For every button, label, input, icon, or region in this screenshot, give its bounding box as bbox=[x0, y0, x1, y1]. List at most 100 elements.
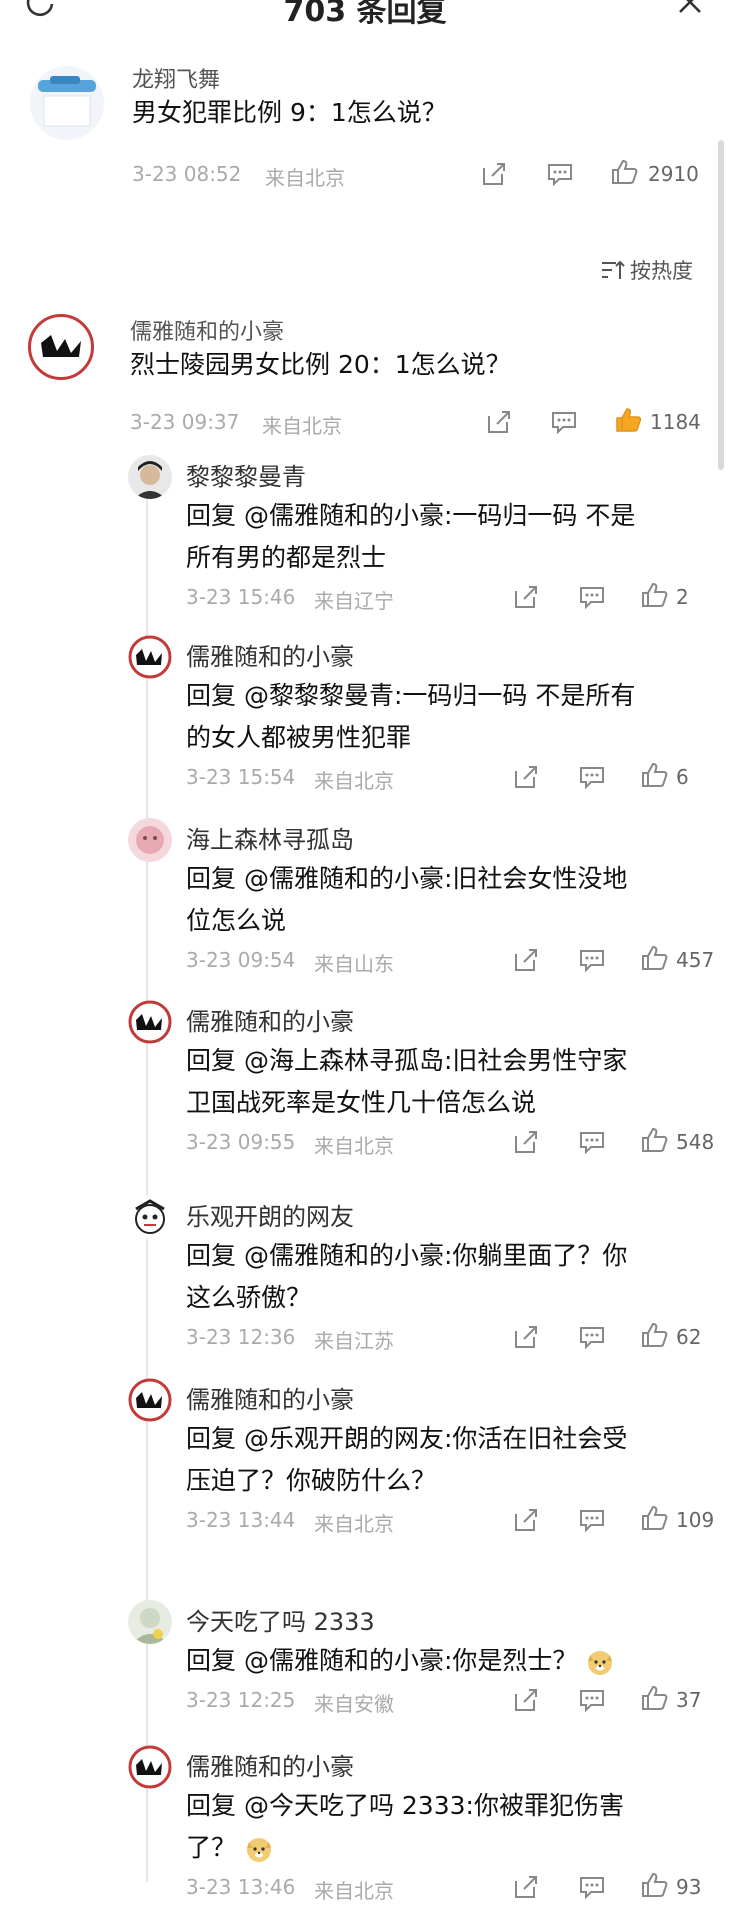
avatar[interactable] bbox=[30, 66, 104, 140]
comment-icon[interactable] bbox=[546, 160, 574, 188]
comment-icon[interactable] bbox=[578, 1323, 606, 1351]
comment-icon[interactable] bbox=[550, 408, 578, 436]
like-icon[interactable] bbox=[640, 1321, 668, 1349]
location: 来自北京 bbox=[314, 1512, 394, 1536]
avatar[interactable] bbox=[128, 1195, 172, 1239]
reply-item: 儒雅随和的小豪 回复 @海上森林寻孤岛:旧社会男性守家 卫国战死率是女性几十倍怎… bbox=[0, 1000, 730, 1170]
reply-text: 位怎么说 bbox=[186, 906, 287, 935]
reply-text: 压迫了？你破防什么？ bbox=[186, 1466, 437, 1495]
like-icon[interactable] bbox=[640, 1871, 668, 1899]
comment-icon[interactable] bbox=[578, 583, 606, 611]
like-icon[interactable] bbox=[640, 581, 668, 609]
timestamp: 3-23 12:36 bbox=[186, 1325, 296, 1349]
reply-text: 回复 @乐观开朗的网友:你活在旧社会受 bbox=[186, 1424, 628, 1453]
reply-text-line1: 回复 @儒雅随和的小豪:旧社会女性没地 bbox=[186, 858, 627, 900]
username[interactable]: 儒雅随和的小豪 bbox=[130, 314, 284, 346]
reply-item: 黎黎黎曼青 回复 @儒雅随和的小豪:一码归一码 不是 所有男的都是烈士 3-23… bbox=[0, 455, 730, 625]
username[interactable]: 乐观开朗的网友 bbox=[186, 1197, 354, 1232]
avatar[interactable] bbox=[128, 455, 172, 499]
like-icon[interactable] bbox=[640, 1684, 668, 1712]
like-icon[interactable] bbox=[640, 944, 668, 972]
top-reply: 儒雅随和的小豪 烈士陵园男女比例 20：1怎么说？ 3-23 09:37 来自北… bbox=[0, 310, 730, 445]
reply-text-line2: 这么骄傲？ bbox=[186, 1277, 311, 1319]
timestamp: 3-23 13:44 bbox=[186, 1508, 296, 1532]
avatar[interactable] bbox=[128, 635, 172, 679]
timestamp: 3-23 09:37 bbox=[130, 410, 240, 434]
reply-text: 回复 @儒雅随和的小豪:你是烈士？ bbox=[186, 1646, 578, 1675]
username[interactable]: 儒雅随和的小豪 bbox=[186, 637, 354, 672]
timestamp: 3-23 13:46 bbox=[186, 1875, 296, 1899]
share-icon[interactable] bbox=[512, 1873, 540, 1901]
like-icon[interactable] bbox=[640, 761, 668, 789]
like-count: 457 bbox=[676, 948, 715, 972]
avatar[interactable] bbox=[128, 818, 172, 862]
reply-text: 了？ bbox=[186, 1833, 237, 1862]
comment-icon[interactable] bbox=[578, 1686, 606, 1714]
share-icon[interactable] bbox=[485, 408, 513, 436]
username[interactable]: 儒雅随和的小豪 bbox=[186, 1002, 354, 1037]
reply-text-line2: 位怎么说 bbox=[186, 900, 286, 942]
avatar[interactable] bbox=[128, 1600, 172, 1644]
sort-label: 按热度 bbox=[630, 259, 693, 283]
comment-icon[interactable] bbox=[578, 946, 606, 974]
share-icon[interactable] bbox=[512, 583, 540, 611]
comment-icon[interactable] bbox=[578, 763, 606, 791]
reply-text-line1: 回复 @儒雅随和的小豪:一码归一码 不是 bbox=[186, 495, 635, 537]
share-icon[interactable] bbox=[480, 160, 508, 188]
sort-icon bbox=[602, 260, 625, 279]
comment-icon[interactable] bbox=[578, 1873, 606, 1901]
reply-text: 卫国战死率是女性几十倍怎么说 bbox=[186, 1088, 537, 1117]
like-count: 548 bbox=[676, 1130, 715, 1154]
reply-text-line1: 回复 @海上森林寻孤岛:旧社会男性守家 bbox=[186, 1040, 627, 1082]
close-icon[interactable] bbox=[672, 0, 708, 20]
username[interactable]: 龙翔飞舞 bbox=[132, 62, 220, 94]
share-icon[interactable] bbox=[512, 763, 540, 791]
location: 来自北京 bbox=[262, 414, 342, 438]
reply-item: 儒雅随和的小豪 回复 @今天吃了吗 2333:你被罪犯伤害 了？ 3-23 13… bbox=[0, 1745, 730, 1915]
liked-icon[interactable] bbox=[614, 406, 642, 434]
location: 来自北京 bbox=[314, 769, 394, 793]
like-icon[interactable] bbox=[640, 1126, 668, 1154]
reply-item: 海上森林寻孤岛 回复 @儒雅随和的小豪:旧社会女性没地 位怎么说 3-23 09… bbox=[0, 818, 730, 988]
reply-text: 回复 @今天吃了吗 2333:你被罪犯伤害 bbox=[186, 1791, 624, 1820]
comment-text: 烈士陵园男女比例 20：1怎么说？ bbox=[130, 350, 511, 379]
like-icon[interactable] bbox=[640, 1504, 668, 1532]
like-count: 1184 bbox=[650, 410, 701, 434]
avatar[interactable] bbox=[28, 314, 94, 380]
reply-text-line2: 卫国战死率是女性几十倍怎么说 bbox=[186, 1082, 536, 1124]
share-icon[interactable] bbox=[512, 1128, 540, 1156]
avatar[interactable] bbox=[128, 1000, 172, 1044]
username[interactable]: 儒雅随和的小豪 bbox=[186, 1380, 354, 1415]
like-count: 6 bbox=[676, 765, 689, 789]
username[interactable]: 黎黎黎曼青 bbox=[186, 457, 306, 492]
reply-text-line1: 回复 @乐观开朗的网友:你活在旧社会受 bbox=[186, 1418, 627, 1460]
username[interactable]: 儒雅随和的小豪 bbox=[186, 1747, 354, 1782]
share-icon[interactable] bbox=[512, 1323, 540, 1351]
share-icon[interactable] bbox=[512, 1506, 540, 1534]
doge-emoji-icon bbox=[588, 1651, 613, 1675]
location: 来自安徽 bbox=[314, 1692, 394, 1716]
reply-text: 所有男的都是烈士 bbox=[186, 543, 387, 572]
reply-text: 回复 @儒雅随和的小豪:你躺里面了？你 bbox=[186, 1241, 628, 1270]
share-icon[interactable] bbox=[512, 1686, 540, 1714]
reply-text-line1: 回复 @儒雅随和的小豪:你是烈士？ bbox=[186, 1640, 615, 1682]
reply-text-line2: 的女人都被男性犯罪 bbox=[186, 717, 411, 759]
like-icon[interactable] bbox=[610, 158, 638, 186]
username[interactable]: 今天吃了吗 2333 bbox=[186, 1602, 375, 1637]
reply-item: 儒雅随和的小豪 回复 @乐观开朗的网友:你活在旧社会受 压迫了？你破防什么？ 3… bbox=[0, 1378, 730, 1548]
location: 来自北京 bbox=[265, 166, 345, 190]
comment-icon[interactable] bbox=[578, 1128, 606, 1156]
share-icon[interactable] bbox=[512, 946, 540, 974]
like-count: 93 bbox=[676, 1875, 702, 1899]
location: 来自北京 bbox=[314, 1134, 394, 1158]
reply-text-line1: 回复 @黎黎黎曼青:一码归一码 不是所有 bbox=[186, 675, 635, 717]
avatar[interactable] bbox=[128, 1378, 172, 1422]
avatar[interactable] bbox=[128, 1745, 172, 1789]
location: 来自山东 bbox=[314, 952, 394, 976]
username[interactable]: 海上森林寻孤岛 bbox=[186, 820, 354, 855]
reply-text: 这么骄傲？ bbox=[186, 1283, 312, 1312]
like-count: 37 bbox=[676, 1688, 702, 1712]
reply-text: 回复 @儒雅随和的小豪:一码归一码 不是 bbox=[186, 501, 636, 530]
comment-icon[interactable] bbox=[578, 1506, 606, 1534]
reply-item: 乐观开朗的网友 回复 @儒雅随和的小豪:你躺里面了？你 这么骄傲？ 3-23 1… bbox=[0, 1195, 730, 1365]
